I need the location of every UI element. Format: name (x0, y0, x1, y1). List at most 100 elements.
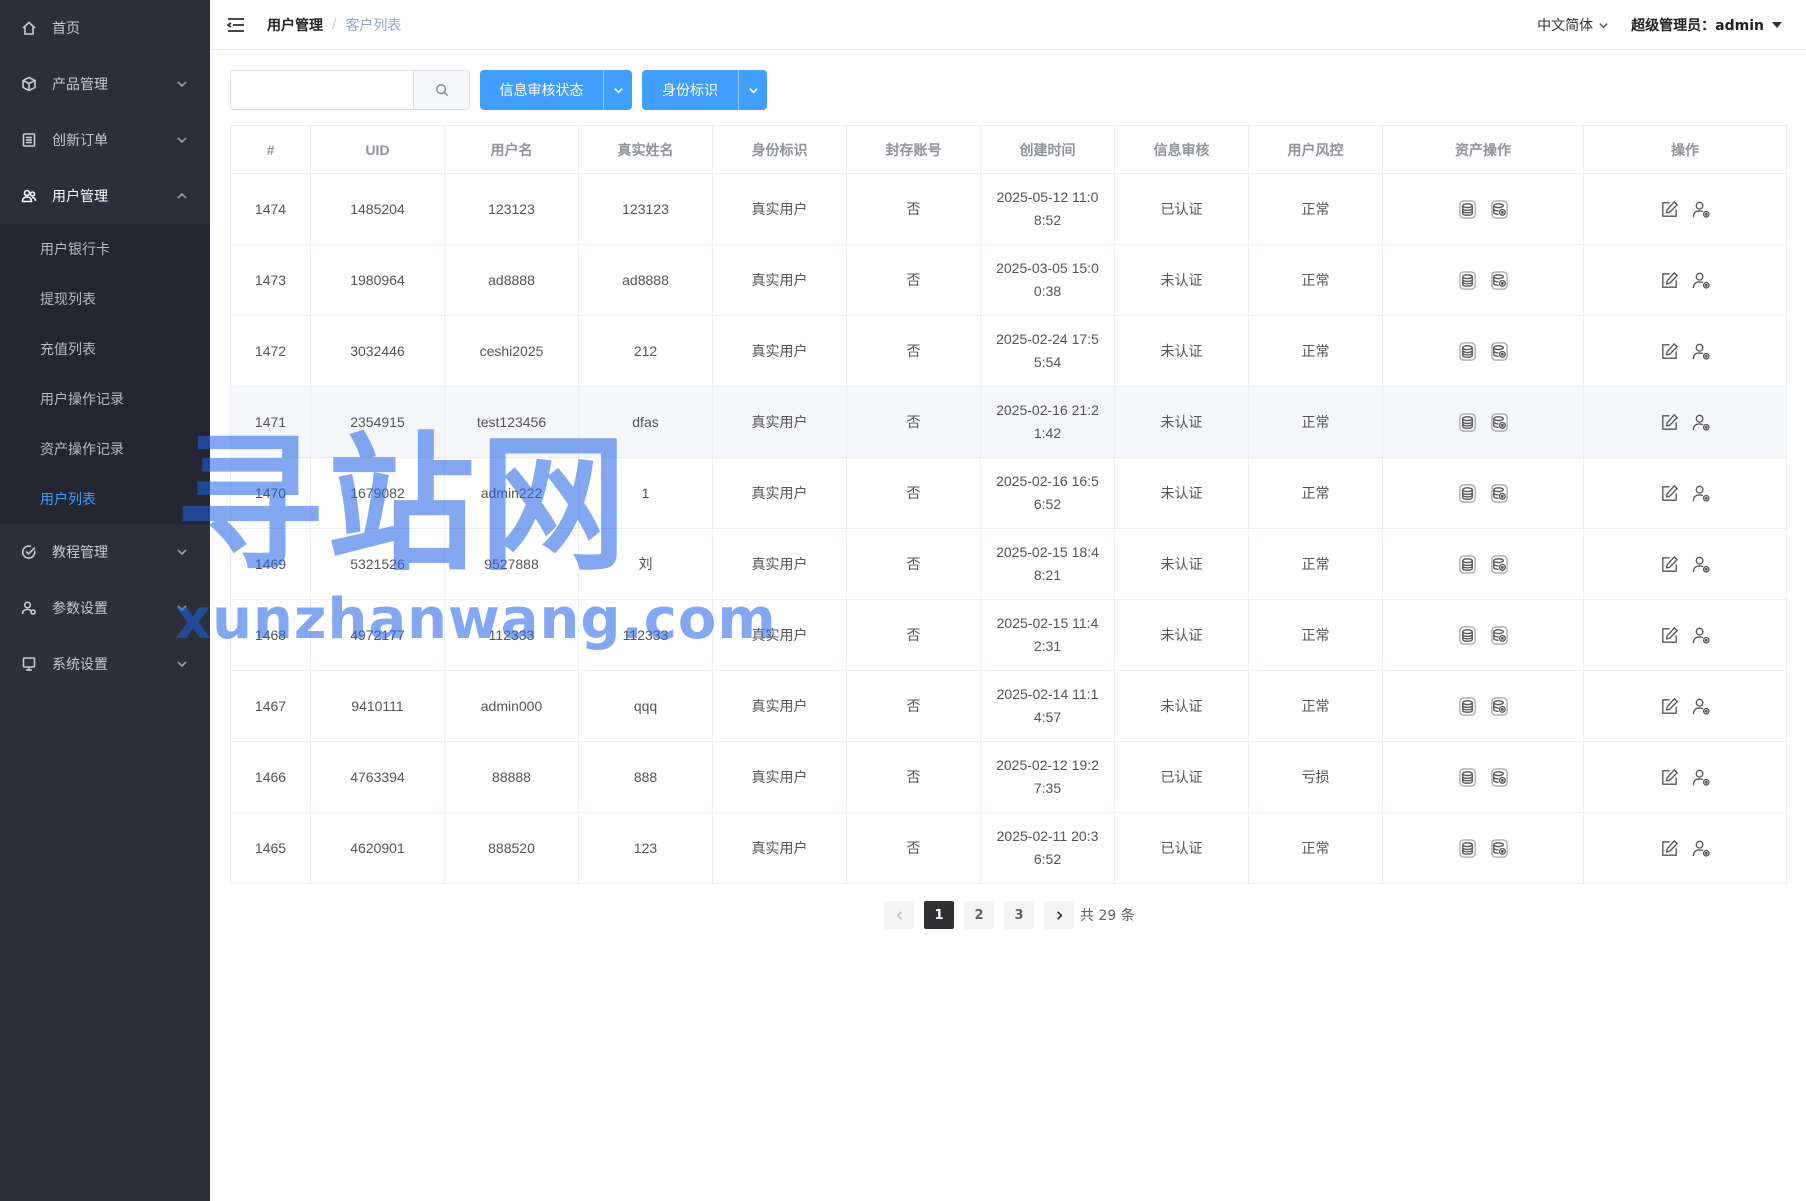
coins-icon[interactable] (1455, 481, 1479, 505)
chevron-down-icon (176, 658, 188, 670)
coins-icon[interactable] (1455, 339, 1479, 363)
user-settings-icon[interactable] (1689, 410, 1713, 434)
identity-dropdown[interactable]: 身份标识 (642, 70, 767, 110)
sidebar-subitem-4[interactable]: 资产操作记录 (0, 424, 210, 474)
pagination-total: 共 29 条 (1080, 908, 1135, 924)
cell-frozen: 否 (846, 315, 981, 387)
coins-settings-icon[interactable] (1487, 765, 1511, 789)
prev-page-icon[interactable] (884, 901, 914, 929)
coins-icon[interactable] (1455, 268, 1479, 292)
page-button[interactable]: 2 (964, 901, 994, 929)
audit-status-label: 信息审核状态 (480, 70, 604, 110)
cell-created: 2025-02-16 16:56:52 (980, 457, 1115, 529)
coins-icon[interactable] (1455, 836, 1479, 860)
edit-icon[interactable] (1657, 197, 1681, 221)
sidebar: 首页产品管理创新订单用户管理 用户银行卡 提现列表 充值列表 用户操作记录 资产操作记录用… (0, 0, 210, 1201)
user-settings-icon[interactable] (1689, 197, 1713, 221)
user-settings-icon[interactable] (1689, 552, 1713, 576)
chevron-down-icon[interactable] (739, 70, 767, 110)
user-settings-icon[interactable] (1689, 836, 1713, 860)
sidebar-item-5[interactable]: 参数设置 (0, 580, 210, 636)
sidebar-subitem-2[interactable]: 充值列表 (0, 324, 210, 374)
sidebar-subitem-3[interactable]: 用户操作记录 (0, 374, 210, 424)
sidebar-item-label: 参数设置 (52, 601, 108, 617)
sidebar-item-label: 首页 (52, 21, 80, 37)
user-settings-icon[interactable] (1689, 623, 1713, 647)
coins-icon[interactable] (1455, 765, 1479, 789)
cell-username: admin222 (444, 457, 579, 529)
edit-icon[interactable] (1657, 339, 1681, 363)
audit-status-dropdown[interactable]: 信息审核状态 (480, 70, 632, 110)
next-page-icon[interactable] (1044, 901, 1074, 929)
cell-id: 1471 (230, 386, 311, 458)
coins-settings-icon[interactable] (1487, 197, 1511, 221)
menu-toggle-icon[interactable] (226, 17, 245, 33)
sidebar-subitem-1[interactable]: 提现列表 (0, 274, 210, 324)
coins-settings-icon[interactable] (1487, 268, 1511, 292)
coins-icon[interactable] (1455, 552, 1479, 576)
sidebar-item-1[interactable]: 产品管理 (0, 56, 210, 112)
search-input[interactable] (231, 71, 413, 109)
sidebar-item-3[interactable]: 用户管理 (0, 168, 210, 224)
sidebar-item-4[interactable]: 教程管理 (0, 524, 210, 580)
user-menu[interactable]: 超级管理员：admin (1631, 15, 1782, 35)
coins-settings-icon[interactable] (1487, 481, 1511, 505)
page-button[interactable]: 3 (1004, 901, 1034, 929)
cell-realname: 1 (578, 457, 713, 529)
edit-icon[interactable] (1657, 268, 1681, 292)
user-settings-icon[interactable] (1689, 268, 1713, 292)
cell-identity: 真实用户 (712, 812, 847, 884)
sidebar-item-2[interactable]: 创新订单 (0, 112, 210, 168)
cell-realname: 刘 (578, 528, 713, 600)
cell-actions (1583, 599, 1787, 671)
cell-uid: 1485204 (310, 173, 445, 245)
chevron-down-icon (176, 134, 188, 146)
sidebar-item-0[interactable]: 首页 (0, 0, 210, 56)
edit-icon[interactable] (1657, 481, 1681, 505)
header-right: 中文简体 超级管理员：admin (1537, 0, 1782, 50)
coins-icon[interactable] (1455, 623, 1479, 647)
edit-icon[interactable] (1657, 694, 1681, 718)
user-settings-icon[interactable] (1689, 339, 1713, 363)
coins-settings-icon[interactable] (1487, 623, 1511, 647)
edit-icon[interactable] (1657, 623, 1681, 647)
user-settings-icon[interactable] (1689, 765, 1713, 789)
coins-icon[interactable] (1455, 410, 1479, 434)
sidebar-subitem-0[interactable]: 用户银行卡 (0, 224, 210, 274)
coins-settings-icon[interactable] (1487, 694, 1511, 718)
user-table: # UID 用户名 真实姓名 身份标识 封存账号 创建时间 信息审核 用户风控 资产操作 操作 14… (230, 125, 1787, 884)
cell-id: 1469 (230, 528, 311, 600)
sidebar-subitem-5[interactable]: 用户列表 (0, 474, 210, 524)
edit-icon[interactable] (1657, 836, 1681, 860)
cell-username: 112333 (444, 599, 579, 671)
cell-asset-actions (1382, 599, 1584, 671)
edit-icon[interactable] (1657, 410, 1681, 434)
breadcrumb-parent[interactable]: 用户管理 (267, 15, 323, 35)
cell-created: 2025-02-14 11:14:57 (980, 670, 1115, 742)
cell-actions (1583, 670, 1787, 742)
coins-settings-icon[interactable] (1487, 410, 1511, 434)
table-row: 1466 4763394 88888 888 真实用户否 2025-02-12 19:27… (230, 741, 1787, 813)
coins-settings-icon[interactable] (1487, 836, 1511, 860)
table-row: 1470 1679082 admin222 1 真实用户否 2025-02-16 16:5… (230, 457, 1787, 529)
page-button[interactable]: 1 (924, 901, 954, 929)
coins-icon[interactable] (1455, 197, 1479, 221)
chevron-down-icon[interactable] (604, 70, 632, 110)
edit-icon[interactable] (1657, 552, 1681, 576)
coins-settings-icon[interactable] (1487, 339, 1511, 363)
user-settings-icon[interactable] (1689, 694, 1713, 718)
user-settings-icon[interactable] (1689, 481, 1713, 505)
sidebar-item-6[interactable]: 系统设置 (0, 636, 210, 692)
table-body: 1474 1485204 123123 123123 真实用户否 2025-05-12 1… (230, 173, 1787, 884)
cell-uid: 4763394 (310, 741, 445, 813)
language-select[interactable]: 中文简体 (1537, 15, 1609, 35)
cell-id: 1473 (230, 244, 311, 316)
search-button[interactable] (413, 71, 469, 109)
coins-settings-icon[interactable] (1487, 552, 1511, 576)
cell-id: 1474 (230, 173, 311, 245)
cell-audit: 未认证 (1114, 528, 1249, 600)
coins-icon[interactable] (1455, 694, 1479, 718)
sidebar-item-label: 创新订单 (52, 133, 108, 149)
edit-icon[interactable] (1657, 765, 1681, 789)
cell-uid: 4972177 (310, 599, 445, 671)
